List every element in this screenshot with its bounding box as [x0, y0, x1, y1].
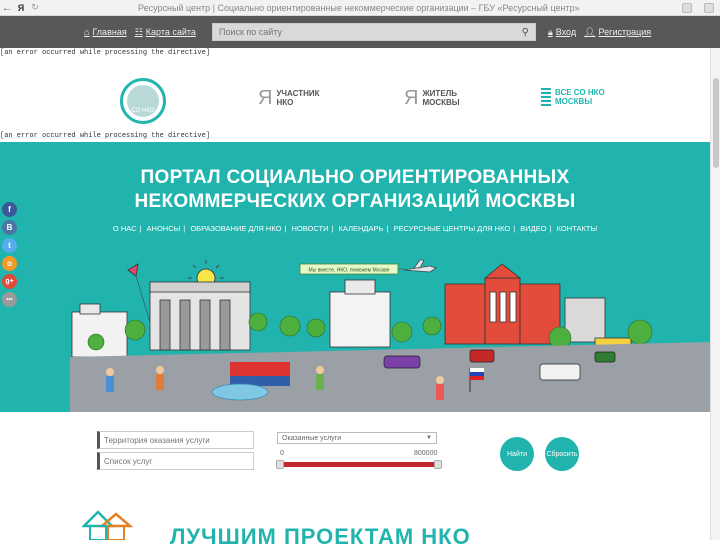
- select-value: Оказанные услуги: [282, 434, 342, 442]
- menu-icon[interactable]: [704, 2, 714, 13]
- logo-people-icon: СО НКО: [127, 85, 159, 117]
- participant-link[interactable]: Я УЧАСТНИК НКО: [258, 88, 320, 108]
- resident-link[interactable]: Я ЖИТЕЛЬ МОСКВЫ: [404, 88, 460, 108]
- user-icon: 👤︎: [584, 26, 596, 37]
- menu-item-news[interactable]: НОВОСТИ: [292, 224, 329, 233]
- all-nko-link[interactable]: ВСЕ СО НКО МОСКВЫ: [541, 88, 605, 106]
- error-message: [an error occurred while processing the …: [0, 132, 211, 140]
- search-input[interactable]: [218, 27, 499, 37]
- lock-icon: 🔒︎: [547, 26, 553, 37]
- sitemap-link-label: Карта сайта: [145, 27, 196, 37]
- all-line2: МОСКВЫ: [555, 97, 593, 106]
- range-handle-max[interactable]: [434, 460, 442, 469]
- vk-icon[interactable]: B: [2, 220, 17, 235]
- resident-line2: МОСКВЫ: [422, 98, 460, 107]
- register-link[interactable]: 👤︎ Регистрация: [584, 27, 651, 38]
- banner-title-line2: НЕКОММЕРЧЕСКИХ ОРГАНИЗАЦИЙ МОСКВЫ: [134, 191, 576, 212]
- odnoklassniki-icon[interactable]: o: [2, 256, 17, 271]
- logo-text: СО НКО: [131, 108, 155, 114]
- home-icon: ⌂: [84, 27, 90, 37]
- plane-banner: Мы вместе, НКО, поможем Москве: [299, 259, 437, 275]
- ya-letter-icon: Я: [404, 87, 419, 109]
- territory-input[interactable]: [97, 431, 254, 449]
- participant-line1: УЧАСТНИК: [276, 89, 320, 98]
- error-message: [an error occurred while processing the …: [0, 49, 211, 57]
- services-select[interactable]: Оказанные услуги ▼: [277, 432, 437, 444]
- banner-title-line1: ПОРТАЛ СОЦИАЛЬНО ОРИЕНТИРОВАННЫХ: [140, 167, 570, 188]
- plane-banner-text: Мы вместе, НКО, поможем Москве: [308, 268, 389, 274]
- participant-line2: НКО: [276, 98, 294, 107]
- site-header: СО НКО Я УЧАСТНИК НКО Я ЖИТЕЛЬ МОСКВЫ ВСЕ …: [0, 58, 720, 134]
- fountain: [211, 383, 269, 401]
- kite-icon: [127, 263, 139, 277]
- back-arrow-icon[interactable]: ←: [0, 2, 14, 14]
- scrollbar-thumb[interactable]: [712, 78, 719, 168]
- menu-item-education[interactable]: ОБРАЗОВАНИЕ ДЛЯ НКО: [190, 224, 281, 233]
- home-link-label: Главная: [92, 27, 127, 37]
- menu-item-about[interactable]: О НАС: [113, 224, 137, 233]
- sitemap-icon: ☷: [134, 26, 143, 37]
- hero-banner: ПОРТАЛ СОЦИАЛЬНО ОРИЕНТИРОВАННЫХ НЕКОММЕ…: [0, 142, 710, 412]
- yandex-logo-icon[interactable]: Я: [14, 3, 28, 13]
- site-logo[interactable]: СО НКО: [120, 78, 166, 124]
- menu-item-resource-centers[interactable]: РЕСУРСНЫЕ ЦЕНТРЫ ДЛЯ НКО: [393, 224, 510, 233]
- login-link[interactable]: 🔒︎ Вход: [548, 27, 576, 38]
- all-line1: ВСЕ СО НКО: [555, 88, 605, 97]
- range-max: 800000: [414, 450, 438, 457]
- section-heading: ЛУЧШИМ ПРОЕКТАМ НКО: [170, 524, 471, 549]
- scrollbar[interactable]: [710, 48, 720, 540]
- menu-item-announcements[interactable]: АНОНСЫ: [147, 224, 181, 233]
- houses-icon: [82, 510, 134, 540]
- plane-icon: [403, 259, 437, 273]
- home-link[interactable]: ⌂ Главная: [84, 27, 127, 37]
- list-icon: [541, 88, 551, 106]
- chevron-down-icon: ▼: [426, 435, 432, 441]
- sitemap-link[interactable]: ☷ Карта сайта: [135, 27, 196, 38]
- browser-toolbar: ← Я ↻ Ресурсный центр | Социально ориент…: [0, 0, 720, 16]
- social-share-bar: f B t o g+ •••: [2, 202, 18, 310]
- twitter-icon[interactable]: t: [2, 238, 17, 253]
- register-link-label: Регистрация: [598, 27, 652, 37]
- menu-item-contacts[interactable]: КОНТАКТЫ: [557, 224, 597, 233]
- site-top-nav: ⌂ Главная ☷ Карта сайта ⚲ 🔒︎ Вход 👤︎ Рег…: [0, 16, 720, 48]
- search-icon[interactable]: ⚲: [522, 27, 529, 38]
- login-link-label: Вход: [555, 27, 577, 37]
- range-min: 0: [280, 450, 284, 457]
- menu-item-calendar[interactable]: КАЛЕНДАРЬ: [339, 224, 384, 233]
- extension-icon[interactable]: [682, 2, 692, 13]
- services-input[interactable]: [97, 452, 254, 470]
- find-button[interactable]: Найти: [500, 437, 534, 471]
- page-title: Ресурсный центр | Социально ориентирован…: [138, 2, 580, 13]
- city-illustration: Мы вместе, НКО, поможем Москве: [70, 259, 710, 412]
- more-icon[interactable]: •••: [2, 292, 17, 307]
- facebook-icon[interactable]: f: [2, 202, 17, 217]
- site-search: ⚲: [211, 23, 536, 41]
- reload-icon[interactable]: ↻: [28, 2, 42, 13]
- ya-letter-icon: Я: [258, 87, 273, 109]
- range-handle-min[interactable]: [276, 460, 284, 469]
- reset-button[interactable]: Сбросить: [545, 437, 579, 471]
- googleplus-icon[interactable]: g+: [2, 274, 17, 289]
- menu-item-video[interactable]: ВИДЕО: [520, 224, 546, 233]
- banner-menu: О НАС | АНОНСЫ | ОБРАЗОВАНИЕ ДЛЯ НКО | НОВО…: [112, 224, 598, 233]
- resident-line1: ЖИТЕЛЬ: [422, 89, 458, 98]
- price-range-slider[interactable]: [276, 460, 442, 469]
